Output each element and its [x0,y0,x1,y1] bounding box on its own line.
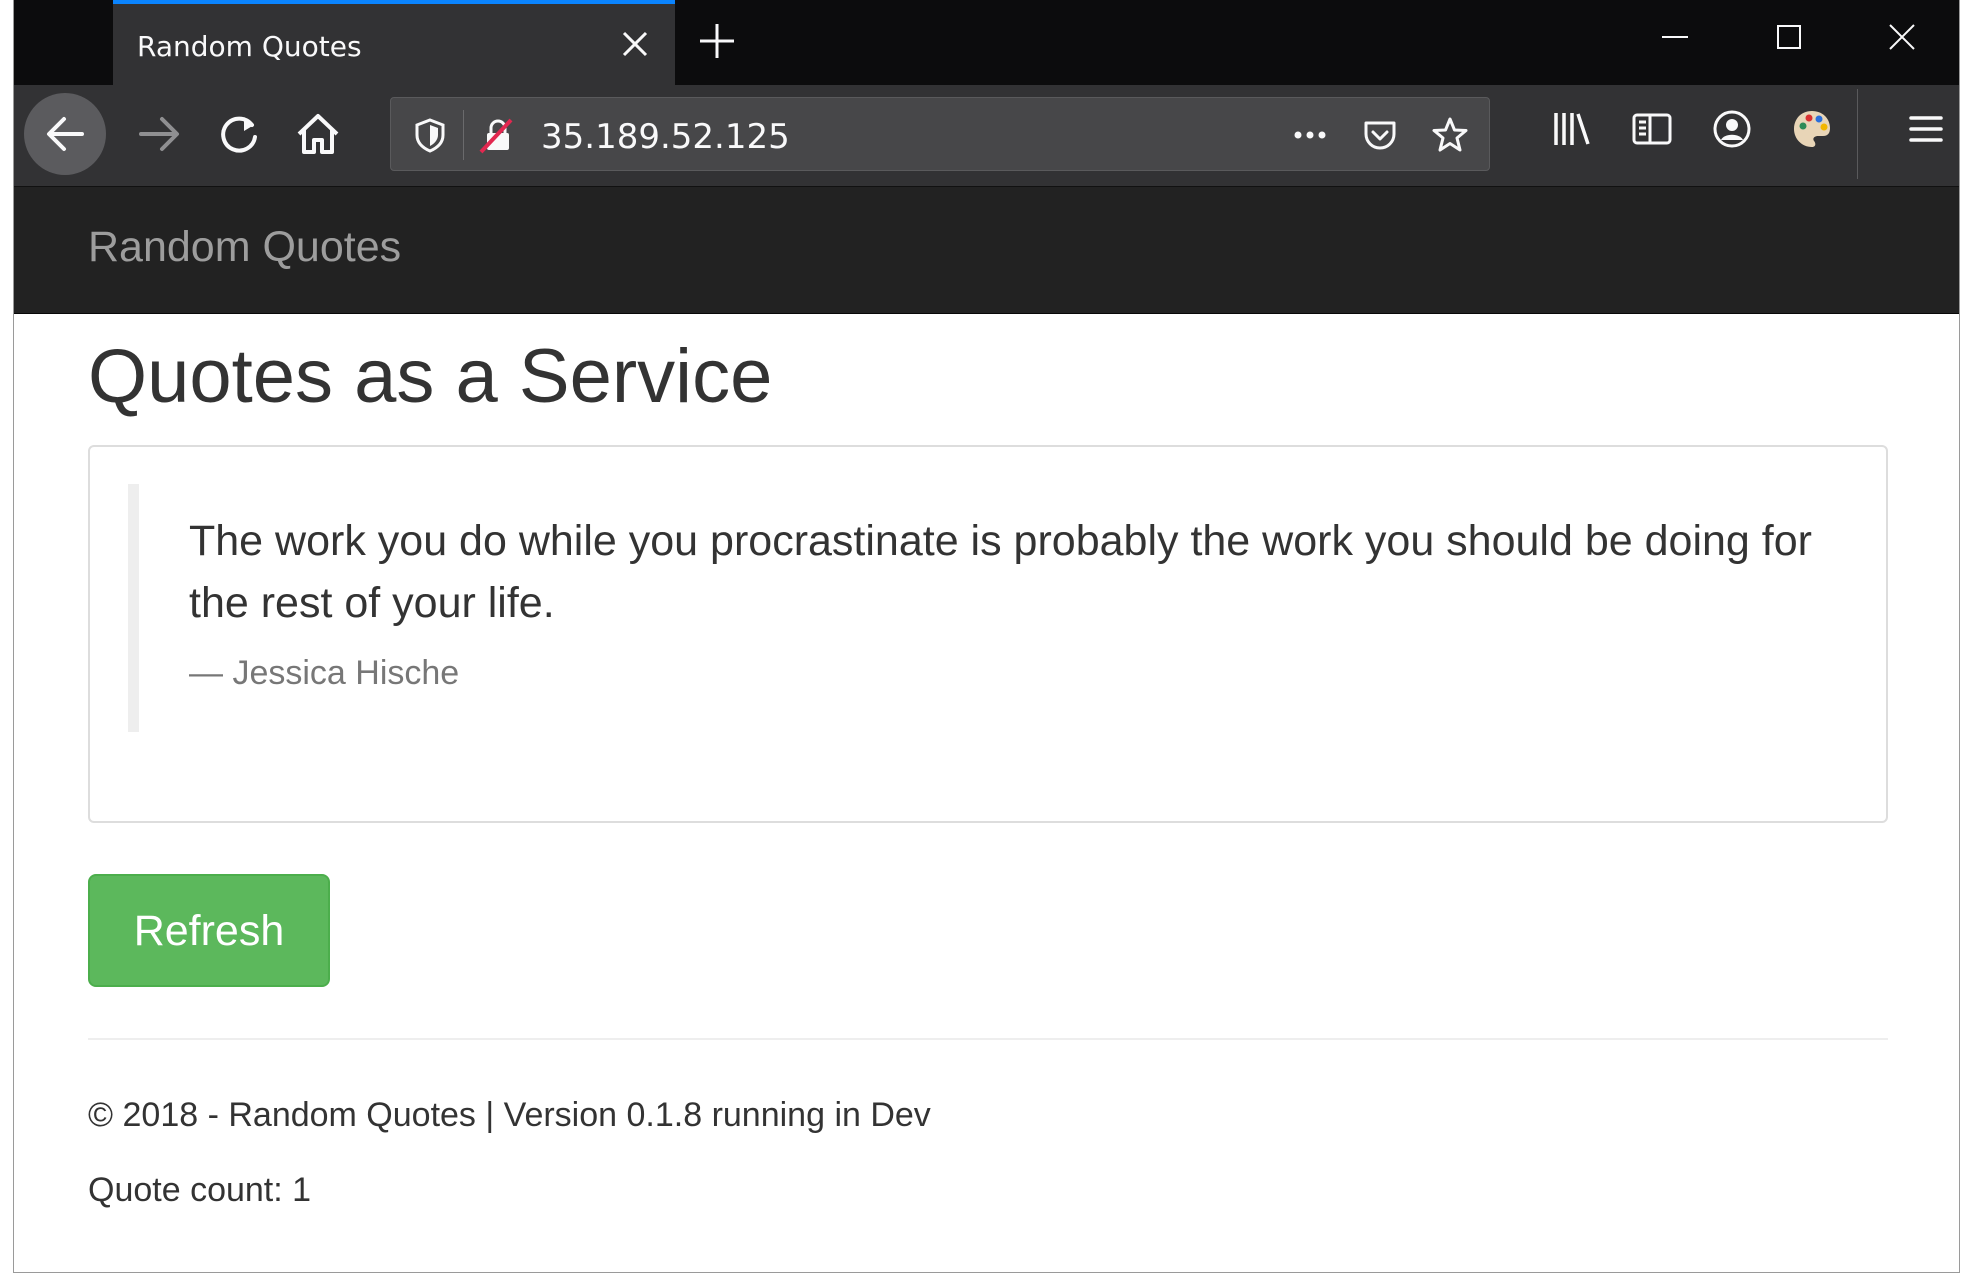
tab-strip: Random Quotes [14,0,1959,85]
refresh-button[interactable]: Refresh [88,874,330,987]
quote-count: Quote count: 1 [88,1171,312,1209]
library-icon[interactable] [1550,107,1594,151]
arrow-right-icon[interactable] [134,109,184,159]
ellipsis-icon[interactable] [1291,116,1329,154]
account-icon[interactable] [1710,107,1754,151]
tab-random-quotes[interactable]: Random Quotes [113,0,675,85]
back-button[interactable] [24,93,106,175]
close-icon[interactable] [621,30,649,58]
maximize-icon[interactable] [1774,22,1804,52]
quote-text: The work you do while you procrastinate … [189,517,1812,627]
footer-copyright: © 2018 - Random Quotes | Version 0.1.8 r… [88,1096,931,1134]
url-text[interactable]: 35.189.52.125 [541,117,790,157]
home-icon[interactable] [293,109,343,159]
star-icon[interactable] [1431,116,1469,154]
plus-icon[interactable] [698,22,736,60]
arrow-left-icon [47,117,84,151]
hamburger-icon[interactable] [1904,107,1948,151]
shield-icon[interactable] [411,116,449,154]
reload-icon[interactable] [214,109,264,159]
url-separator [463,110,464,160]
palette-icon[interactable] [1790,107,1834,151]
quote-panel: The work you do while you procrastinate … [88,445,1888,823]
insecure-lock-icon[interactable] [477,116,515,154]
url-bar[interactable]: 35.189.52.125 [390,97,1490,171]
pocket-icon[interactable] [1361,116,1399,154]
page-title: Quotes as a Service [88,334,773,419]
footer-divider [88,1038,1888,1040]
sidebar-icon[interactable] [1630,107,1674,151]
blockquote: The work you do while you procrastinate … [128,484,1828,732]
quote-author: — Jessica Hische [189,654,460,692]
tab-title: Random Quotes [137,30,362,63]
close-window-icon[interactable] [1887,22,1917,52]
minimize-icon[interactable] [1660,22,1690,52]
toolbar-separator [1857,89,1858,179]
site-navbar: Random Quotes [14,187,1959,314]
navigation-toolbar: 35.189.52.125 [14,85,1959,187]
browser-window: Random Quotes 35.189.52.125 Random Quote… [13,0,1960,1273]
navbar-brand[interactable]: Random Quotes [88,223,401,272]
